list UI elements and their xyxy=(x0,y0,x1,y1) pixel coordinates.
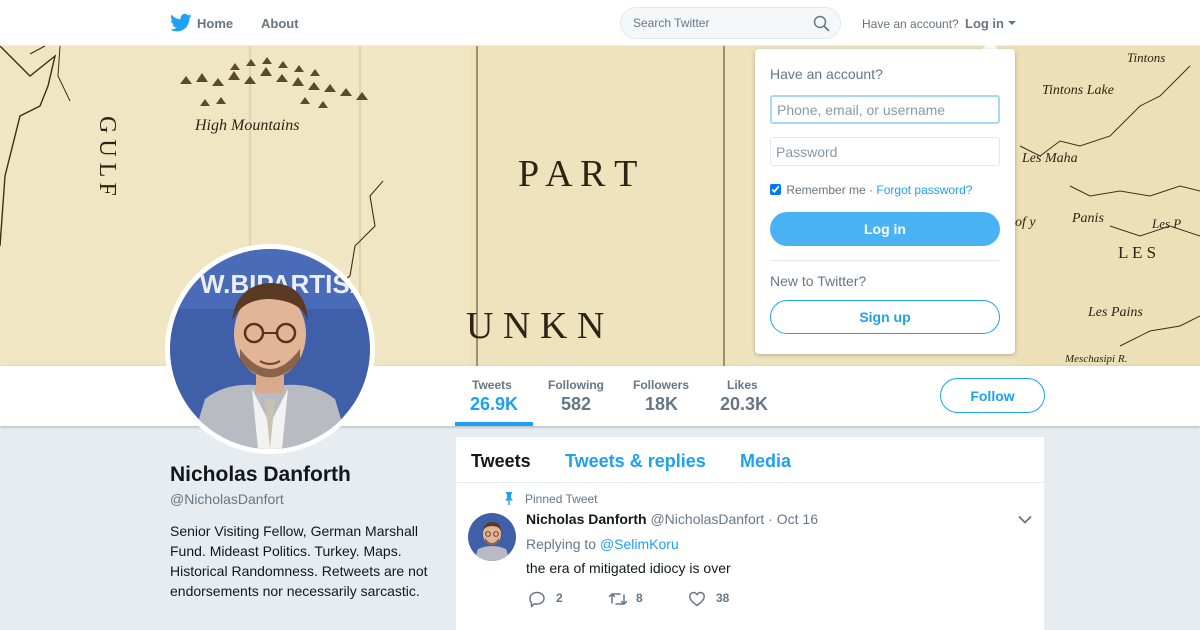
profile-avatar[interactable]: W.BIPARTISA xyxy=(165,244,375,454)
remember-row: Remember me · Forgot password? xyxy=(770,183,972,197)
heart-icon xyxy=(689,591,705,607)
tweet-separator: · xyxy=(768,511,773,527)
tweet-date[interactable]: Oct 16 xyxy=(777,511,818,527)
stat-likes[interactable]: Likes 20.3K xyxy=(720,378,768,415)
dropdown-title: Have an account? xyxy=(770,66,883,82)
tab-tweets[interactable]: Tweets xyxy=(471,451,531,472)
search-input[interactable] xyxy=(633,16,803,30)
remember-me-checkbox[interactable] xyxy=(770,184,781,195)
follow-button[interactable]: Follow xyxy=(940,378,1045,413)
stat-tweets-value: 26.9K xyxy=(470,394,519,414)
pinned-tweet[interactable]: Pinned Tweet Nicholas Danforth @Nicholas… xyxy=(456,484,1044,630)
map-label-les-pains: Les Pains xyxy=(1087,305,1143,320)
dropdown-divider xyxy=(770,260,1000,261)
stat-following-value: 582 xyxy=(561,394,592,414)
top-navigation-bar: Home About Have an account? Log in xyxy=(0,0,1200,46)
map-label-tintons-lake: Tintons Lake xyxy=(1042,83,1114,98)
pin-icon xyxy=(505,492,513,505)
profile-name[interactable]: Nicholas Danforth xyxy=(170,463,351,487)
retweet-icon xyxy=(608,593,628,605)
profile-handle[interactable]: @NicholasDanfort xyxy=(170,491,284,507)
reply-count: 2 xyxy=(556,591,563,605)
stat-followers[interactable]: Followers 18K xyxy=(633,378,689,415)
stat-tweets-label: Tweets xyxy=(472,378,512,392)
like-count: 38 xyxy=(716,591,730,605)
map-label-gulf: G U L F xyxy=(94,116,120,196)
password-field[interactable] xyxy=(770,137,1000,166)
replying-handle-link[interactable]: @SelimKoru xyxy=(600,536,679,552)
tweet-fullname[interactable]: Nicholas Danforth xyxy=(526,511,647,527)
stat-followers-label: Followers xyxy=(633,378,690,392)
replying-prefix: Replying to xyxy=(526,536,597,552)
username-field[interactable] xyxy=(770,95,1000,124)
nav-home-link[interactable]: Home xyxy=(197,16,233,31)
new-to-twitter-label: New to Twitter? xyxy=(770,273,867,289)
signup-button[interactable]: Sign up xyxy=(770,300,1000,334)
twitter-bird-icon[interactable] xyxy=(170,13,192,33)
login-button[interactable]: Log in xyxy=(770,212,1000,246)
tweet-text: the era of mitigated idiocy is over xyxy=(526,560,731,576)
profile-bio: Senior Visiting Fellow, German Marshall … xyxy=(170,523,428,599)
retweet-count: 8 xyxy=(636,591,643,605)
chevron-down-icon[interactable] xyxy=(1018,515,1032,525)
map-label-les: L E S xyxy=(1118,243,1156,262)
map-label-les-maha: Les Maha xyxy=(1021,151,1078,166)
map-label-panis: Panis xyxy=(1071,211,1104,226)
map-label-meschasipi: Meschasipi R. xyxy=(1064,353,1127,365)
remember-me-label[interactable]: Remember me xyxy=(786,183,865,197)
have-account-label: Have an account? xyxy=(862,17,959,31)
avatar-photo: W.BIPARTISA xyxy=(170,249,370,449)
login-dropdown-toggle[interactable]: Log in xyxy=(965,16,1004,31)
map-label-unknown: U N K N xyxy=(466,305,604,347)
map-label-high-mountains: High Mountains xyxy=(194,117,299,134)
active-stat-indicator xyxy=(455,422,533,426)
map-label-tintons: Tintons xyxy=(1127,50,1165,65)
tab-media[interactable]: Media xyxy=(740,451,791,472)
search-box[interactable] xyxy=(620,7,841,39)
map-label-part: P A R T xyxy=(518,153,637,195)
stat-likes-value: 20.3K xyxy=(720,394,769,414)
map-label-les-p: Les P xyxy=(1151,216,1181,231)
stat-following-label: Following xyxy=(548,378,604,392)
forgot-password-link[interactable]: Forgot password? xyxy=(876,183,972,197)
stat-following[interactable]: Following 582 xyxy=(548,378,604,415)
login-dropdown: Have an account? Remember me · Forgot pa… xyxy=(755,49,1015,354)
stat-followers-value: 18K xyxy=(645,394,679,414)
reply-icon xyxy=(529,591,545,608)
caret-down-icon[interactable] xyxy=(1008,21,1016,25)
remember-separator: · xyxy=(869,183,874,197)
stat-tweets[interactable]: Tweets 26.9K xyxy=(470,378,519,415)
nav-about-link[interactable]: About xyxy=(261,16,299,31)
tweet-username[interactable]: @NicholasDanfort xyxy=(650,511,764,527)
tweet-header: Nicholas Danforth @NicholasDanfort · Oct… xyxy=(526,511,818,527)
map-label-of-y: of y xyxy=(1015,215,1036,230)
search-icon[interactable] xyxy=(813,15,830,32)
tweet-avatar-photo xyxy=(468,513,516,561)
dropdown-caret xyxy=(982,41,998,49)
stat-likes-label: Likes xyxy=(727,378,758,392)
pinned-tweet-label: Pinned Tweet xyxy=(525,492,598,506)
timeline: Tweets Tweets & replies Media Pinned Twe… xyxy=(456,437,1044,630)
tweet-avatar[interactable] xyxy=(468,513,516,561)
timeline-tabs: Tweets Tweets & replies Media xyxy=(456,437,1044,483)
tab-tweets-and-replies[interactable]: Tweets & replies xyxy=(565,451,706,472)
replying-to: Replying to @SelimKoru xyxy=(526,536,679,552)
